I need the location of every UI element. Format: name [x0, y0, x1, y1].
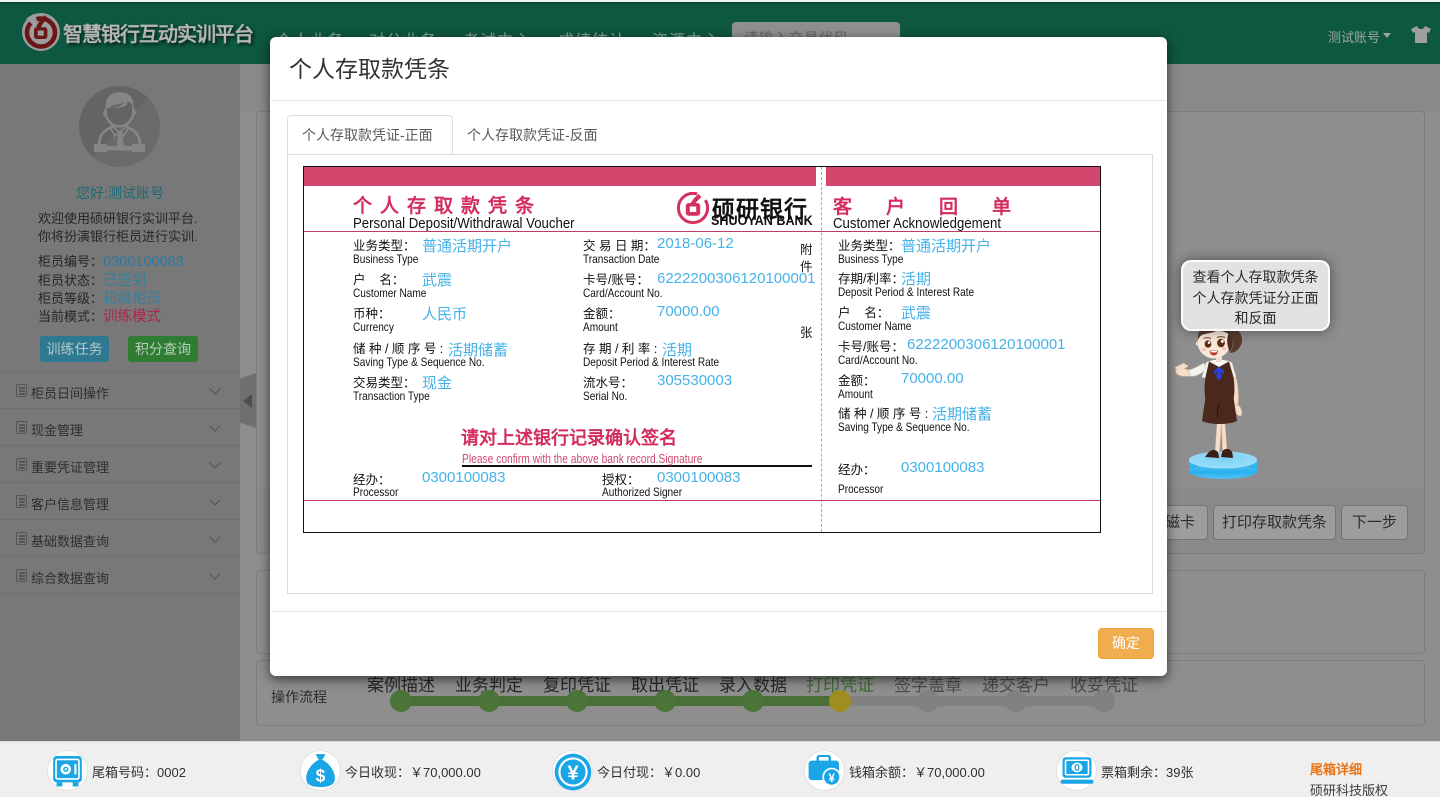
- svg-text:¥: ¥: [828, 773, 835, 785]
- svg-text:0: 0: [1074, 763, 1080, 774]
- svg-text:$: $: [316, 765, 326, 785]
- svg-text:¥: ¥: [567, 762, 579, 784]
